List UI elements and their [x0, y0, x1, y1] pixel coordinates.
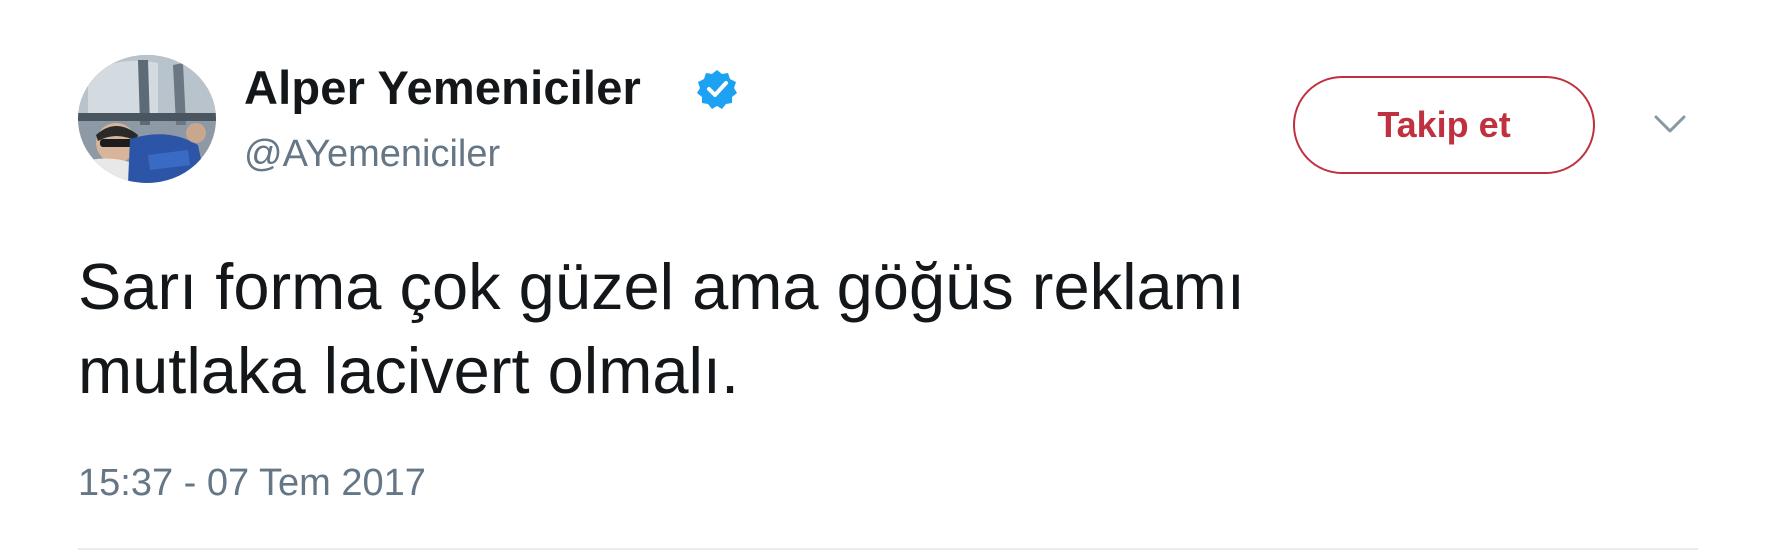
follow-button[interactable]: Takip et [1293, 76, 1595, 174]
verified-badge-icon [697, 70, 737, 109]
tweet-timestamp[interactable]: 15:37 - 07 Tem 2017 [78, 462, 426, 505]
tweet-text: Sarı forma çok güzel ama göğüs reklamı m… [78, 250, 1245, 407]
tweet-card: Alper Yemeniciler @AYemeniciler Takip et… [0, 0, 1792, 555]
chevron-down-icon[interactable] [1652, 112, 1688, 136]
divider [78, 548, 1698, 550]
author-handle[interactable]: @AYemeniciler [244, 133, 500, 176]
avatar-photo [78, 55, 216, 183]
avatar[interactable] [78, 55, 216, 183]
author-display-name[interactable]: Alper Yemeniciler [244, 60, 641, 115]
